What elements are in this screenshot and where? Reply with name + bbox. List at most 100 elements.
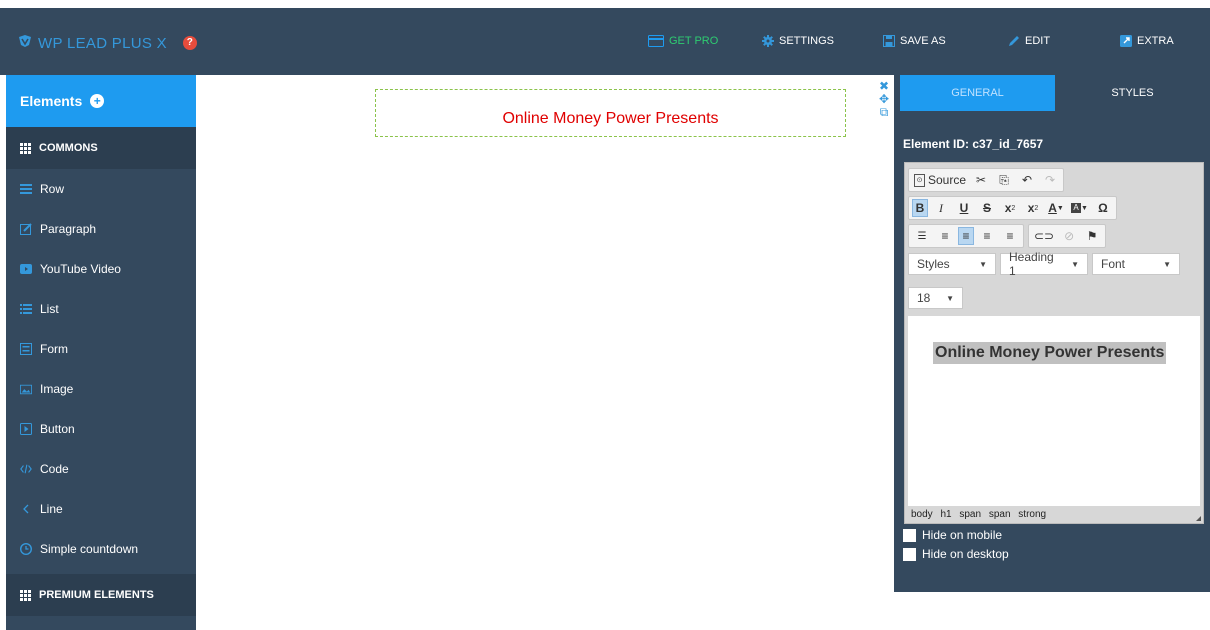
premium-elements-section-header[interactable]: PREMIUM ELEMENTS <box>6 574 196 616</box>
toolbar-group-paragraph: ☰ ≡ ≡ ≡ ≡ <box>908 224 1024 248</box>
rich-text-editor: ⊙ Source ✂ ⎘ ↶ ↷ B I U S x2 x2 A▼ A▼ Ω <box>904 162 1204 524</box>
top-strip <box>0 0 1210 8</box>
sidebar-item-simple-countdown[interactable]: Simple countdown <box>6 529 196 569</box>
styles-dropdown-value: Styles <box>917 257 950 271</box>
sidebar-item-list[interactable]: List <box>6 289 196 329</box>
font-dropdown[interactable]: Font ▼ <box>1092 253 1180 275</box>
element-id: Element ID: c37_id_7657 <box>903 137 1044 151</box>
code-icon <box>20 463 32 475</box>
sidebar-item-paragraph[interactable]: Paragraph <box>6 209 196 249</box>
tab-styles[interactable]: STYLES <box>1055 75 1210 111</box>
top-bar: WP LEAD PLUS X ? GET PRO SETTINGS SAVE A… <box>0 8 1210 75</box>
underline-icon[interactable]: U <box>954 199 974 217</box>
cut-icon[interactable]: ✂ <box>971 171 991 189</box>
checkbox-box[interactable] <box>903 528 916 542</box>
source-button[interactable]: ⊙ Source <box>912 171 968 189</box>
align-left-icon[interactable]: ≡ <box>935 227 955 245</box>
strikethrough-icon[interactable]: S <box>977 199 997 217</box>
toolbar-row-1: ⊙ Source ✂ ⎘ ↶ ↷ <box>908 168 1065 192</box>
canvas-heading[interactable]: Online Money Power Presents <box>376 110 845 128</box>
format-dropdown[interactable]: Heading 1 ▼ <box>1000 250 1088 278</box>
elements-header[interactable]: Elements + <box>6 75 196 127</box>
commons-label: COMMONS <box>39 142 98 154</box>
justify-icon[interactable]: ≡ <box>1000 227 1020 245</box>
toolbar-row-3: ☰ ≡ ≡ ≡ ≡ ⊂⊃ ⊘ ⚑ <box>908 224 1107 248</box>
list-icon <box>20 303 32 315</box>
format-dropdown-value: Heading 1 <box>1009 250 1054 278</box>
copy-icon[interactable]: ⎘ <box>994 171 1014 189</box>
numbered-list-icon[interactable]: ☰ <box>912 227 932 245</box>
element-path[interactable]: body h1 span span strong <box>911 509 1046 520</box>
bold-icon[interactable]: B <box>912 199 928 217</box>
edit-button[interactable]: EDIT <box>1008 35 1050 47</box>
hide-on-mobile-checkbox[interactable]: Hide on mobile <box>903 528 1002 542</box>
save-as-button[interactable]: SAVE AS <box>883 35 946 47</box>
hide-on-desktop-checkbox[interactable]: Hide on desktop <box>903 547 1009 561</box>
image-icon <box>20 383 32 395</box>
toolbar-group-basicstyles: B I U S x2 x2 A ▼ A ▼ Ω <box>908 196 1117 220</box>
paragraph-icon <box>20 223 32 235</box>
clock-icon <box>20 543 32 555</box>
sidebar-item-label: Form <box>40 342 68 356</box>
brand[interactable]: WP LEAD PLUS X ? <box>18 34 197 52</box>
source-label: Source <box>928 173 967 187</box>
checkbox-box[interactable] <box>903 547 916 561</box>
italic-icon[interactable]: I <box>931 199 951 217</box>
save-icon <box>883 35 895 47</box>
chevron-down-icon: ▼ <box>979 259 987 269</box>
commons-section-header[interactable]: COMMONS <box>6 127 196 169</box>
help-icon[interactable]: ? <box>182 36 197 50</box>
add-circle-icon[interactable]: + <box>90 94 105 108</box>
superscript-icon[interactable]: x2 <box>1023 199 1043 217</box>
extra-button[interactable]: EXTRA <box>1120 35 1174 47</box>
duplicate-icon[interactable]: ⧉ <box>877 106 891 119</box>
link-icon[interactable]: ⊂⊃ <box>1032 227 1056 245</box>
pencil-icon <box>1008 35 1020 47</box>
properties-panel: GENERAL STYLES Element ID: c37_id_7657 ⊙… <box>894 75 1210 592</box>
undo-icon[interactable]: ↶ <box>1017 171 1037 189</box>
anchor-flag-icon[interactable]: ⚑ <box>1082 227 1102 245</box>
font-size-dropdown[interactable]: 18 ▼ <box>908 287 963 309</box>
sidebar-item-youtube-video[interactable]: YouTube Video <box>6 249 196 289</box>
toolbar-row-4: Styles ▼ Heading 1 ▼ Font ▼ <box>908 250 1180 278</box>
settings-button[interactable]: SETTINGS <box>762 35 834 47</box>
align-right-icon[interactable]: ≡ <box>977 227 997 245</box>
subscript-icon[interactable]: x2 <box>1000 199 1020 217</box>
sidebar-item-line[interactable]: Line <box>6 489 196 529</box>
row-icon <box>20 183 32 195</box>
sidebar-item-label: Simple countdown <box>40 542 139 556</box>
credit-card-icon <box>648 35 664 47</box>
sidebar-item-button[interactable]: Button <box>6 409 196 449</box>
gear-icon <box>762 35 774 47</box>
align-center-icon[interactable]: ≡ <box>958 227 974 245</box>
sidebar-item-label: Image <box>40 382 74 396</box>
redo-icon[interactable]: ↷ <box>1040 171 1060 189</box>
sidebar-item-image[interactable]: Image <box>6 369 196 409</box>
text-color-icon[interactable]: A ▼ <box>1046 199 1066 217</box>
grid-icon <box>20 589 31 601</box>
toolbar-group-clipboard: ⊙ Source ✂ ⎘ ↶ ↷ <box>908 168 1065 192</box>
sidebar-item-label: Button <box>40 422 75 436</box>
background-color-icon[interactable]: A ▼ <box>1069 199 1090 217</box>
sidebar-item-label: Row <box>40 182 65 196</box>
brand-name: WP LEAD PLUS X <box>38 34 167 52</box>
editor-content-area[interactable]: Online Money Power Presents <box>908 316 1200 506</box>
line-icon <box>20 503 32 515</box>
get-pro-label: GET PRO <box>669 35 719 47</box>
selected-heading-element[interactable]: Online Money Power Presents <box>375 89 846 137</box>
chevron-down-icon: ▼ <box>946 293 954 303</box>
sidebar-item-form[interactable]: Form <box>6 329 196 369</box>
hide-on-mobile-label: Hide on mobile <box>922 528 1003 542</box>
sidebar-item-code[interactable]: Code <box>6 449 196 489</box>
get-pro-button[interactable]: GET PRO <box>648 35 718 47</box>
resize-handle-icon[interactable] <box>1196 516 1201 521</box>
styles-dropdown[interactable]: Styles ▼ <box>908 253 996 275</box>
sidebar-item-row[interactable]: Row <box>6 169 196 209</box>
tab-general[interactable]: GENERAL <box>900 75 1055 111</box>
editor-heading-text[interactable]: Online Money Power Presents <box>933 342 1167 364</box>
unlink-icon[interactable]: ⊘ <box>1059 227 1079 245</box>
sidebar-item-label: Code <box>40 462 69 476</box>
external-link-icon <box>1120 35 1132 47</box>
special-character-icon[interactable]: Ω <box>1093 199 1113 217</box>
toolbar-row-5: 18 ▼ <box>908 287 963 309</box>
